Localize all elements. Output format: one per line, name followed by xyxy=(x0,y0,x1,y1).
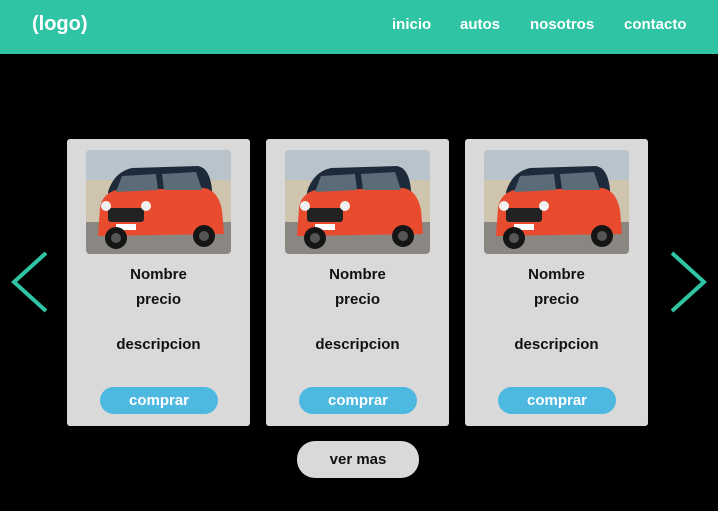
car-card: Nombre precio descripcion comprar xyxy=(266,139,449,426)
card-description: descripcion xyxy=(116,336,201,353)
car-photo xyxy=(484,150,629,254)
navbar: (logo) inicio autos nosotros contacto xyxy=(0,0,718,54)
nav-link-inicio[interactable]: inicio xyxy=(392,16,431,33)
see-more-button[interactable]: ver mas xyxy=(297,441,419,478)
car-card: Nombre precio descripcion comprar xyxy=(465,139,648,426)
car-photo xyxy=(86,150,231,254)
card-name: Nombre xyxy=(130,266,187,283)
chevron-right-icon[interactable] xyxy=(668,250,708,314)
chevron-left-icon[interactable] xyxy=(10,250,50,314)
card-name: Nombre xyxy=(528,266,585,283)
logo[interactable]: (logo) xyxy=(32,13,88,36)
car-photo xyxy=(285,150,430,254)
card-name: Nombre xyxy=(329,266,386,283)
car-card: Nombre precio descripcion comprar xyxy=(67,139,250,426)
card-description: descripcion xyxy=(315,336,400,353)
nav-link-nosotros[interactable]: nosotros xyxy=(530,16,594,33)
nav-link-autos[interactable]: autos xyxy=(460,16,500,33)
buy-button[interactable]: comprar xyxy=(100,387,218,414)
card-price: precio xyxy=(135,291,181,308)
card-price: precio xyxy=(533,291,579,308)
buy-button[interactable]: comprar xyxy=(299,387,417,414)
buy-button[interactable]: comprar xyxy=(498,387,616,414)
card-description: descripcion xyxy=(514,336,599,353)
card-price: precio xyxy=(334,291,380,308)
nav-link-contacto[interactable]: contacto xyxy=(624,16,687,33)
